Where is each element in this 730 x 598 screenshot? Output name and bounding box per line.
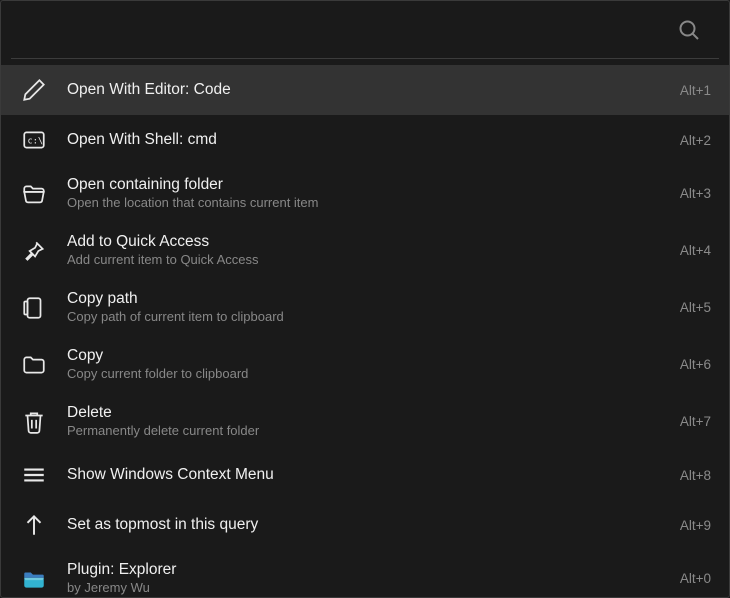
result-title: Open With Editor: Code	[67, 80, 668, 100]
result-item[interactable]: Open With Editor: Code Alt+1	[1, 65, 729, 115]
svg-text:c:\: c:\	[28, 136, 44, 146]
search-input[interactable]	[29, 1, 677, 58]
folder-open-icon	[19, 179, 49, 209]
arrow-up-icon	[19, 510, 49, 540]
copy-path-icon	[19, 293, 49, 323]
search-icon	[677, 18, 701, 42]
result-text: Copy path Copy path of current item to c…	[67, 289, 668, 326]
result-item[interactable]: Show Windows Context Menu Alt+8	[1, 450, 729, 500]
result-text: Open With Editor: Code	[67, 80, 668, 100]
result-subtitle: Permanently delete current folder	[67, 423, 668, 440]
result-subtitle: by Jeremy Wu	[67, 580, 668, 597]
result-subtitle: Copy current folder to clipboard	[67, 366, 668, 383]
result-item[interactable]: Copy path Copy path of current item to c…	[1, 279, 729, 336]
result-shortcut: Alt+6	[668, 357, 711, 372]
result-text: Set as topmost in this query	[67, 515, 668, 535]
result-shortcut: Alt+4	[668, 243, 711, 258]
result-title: Plugin: Explorer	[67, 560, 668, 580]
pin-icon	[19, 236, 49, 266]
result-text: Delete Permanently delete current folder	[67, 403, 668, 440]
search-bar	[11, 1, 719, 59]
result-shortcut: Alt+0	[668, 571, 711, 586]
result-title: Copy path	[67, 289, 668, 309]
result-text: Show Windows Context Menu	[67, 465, 668, 485]
result-item[interactable]: c:\ Open With Shell: cmd Alt+2	[1, 115, 729, 165]
result-title: Set as topmost in this query	[67, 515, 668, 535]
result-shortcut: Alt+9	[668, 518, 711, 533]
result-item[interactable]: Plugin: Explorer by Jeremy Wu Alt+0	[1, 550, 729, 597]
result-shortcut: Alt+5	[668, 300, 711, 315]
result-text: Copy Copy current folder to clipboard	[67, 346, 668, 383]
pencil-icon	[19, 75, 49, 105]
result-subtitle: Copy path of current item to clipboard	[67, 309, 668, 326]
result-text: Open With Shell: cmd	[67, 130, 668, 150]
result-item[interactable]: Open containing folder Open the location…	[1, 165, 729, 222]
result-item[interactable]: Delete Permanently delete current folder…	[1, 393, 729, 450]
result-item[interactable]: Set as topmost in this query Alt+9	[1, 500, 729, 550]
result-shortcut: Alt+2	[668, 133, 711, 148]
result-shortcut: Alt+8	[668, 468, 711, 483]
launcher-window: Open With Editor: Code Alt+1 c:\ Open Wi…	[0, 0, 730, 598]
trash-icon	[19, 407, 49, 437]
result-item[interactable]: Copy Copy current folder to clipboard Al…	[1, 336, 729, 393]
result-text: Plugin: Explorer by Jeremy Wu	[67, 560, 668, 597]
result-title: Add to Quick Access	[67, 232, 668, 252]
result-title: Open containing folder	[67, 175, 668, 195]
menu-icon	[19, 460, 49, 490]
result-text: Add to Quick Access Add current item to …	[67, 232, 668, 269]
result-shortcut: Alt+1	[668, 83, 711, 98]
result-title: Open With Shell: cmd	[67, 130, 668, 150]
result-item[interactable]: Add to Quick Access Add current item to …	[1, 222, 729, 279]
result-subtitle: Add current item to Quick Access	[67, 252, 668, 269]
result-title: Copy	[67, 346, 668, 366]
terminal-icon: c:\	[19, 125, 49, 155]
folder-icon	[19, 350, 49, 380]
result-subtitle: Open the location that contains current …	[67, 195, 668, 212]
result-shortcut: Alt+7	[668, 414, 711, 429]
result-title: Delete	[67, 403, 668, 423]
result-shortcut: Alt+3	[668, 186, 711, 201]
results-list: Open With Editor: Code Alt+1 c:\ Open Wi…	[1, 59, 729, 597]
result-text: Open containing folder Open the location…	[67, 175, 668, 212]
result-title: Show Windows Context Menu	[67, 465, 668, 485]
explorer-color-icon	[19, 564, 49, 594]
